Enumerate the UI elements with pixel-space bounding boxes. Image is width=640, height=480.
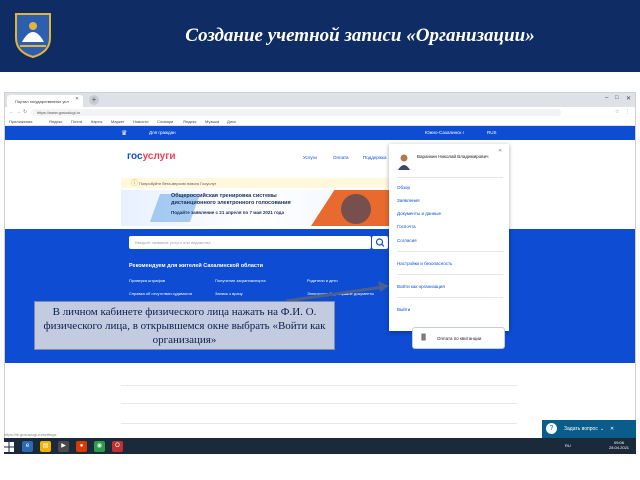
divider bbox=[397, 177, 503, 178]
for-citizens-menu[interactable]: Для граждан bbox=[149, 130, 176, 135]
divider bbox=[121, 403, 517, 404]
bookmark-item[interactable]: Маркет bbox=[111, 119, 125, 124]
tab-close-icon[interactable]: ✕ bbox=[75, 96, 79, 102]
menu-logout[interactable]: Выйти bbox=[397, 307, 410, 312]
rec-link[interactable]: Прочие документы bbox=[339, 291, 374, 296]
menu-login-as-organization[interactable]: Войти как организация bbox=[397, 284, 445, 289]
menu-gospochta[interactable]: Госпочта bbox=[397, 224, 416, 229]
region-selector[interactable]: Южно-Сахалинск г bbox=[425, 130, 464, 135]
bookmark-item[interactable]: Яндекс bbox=[183, 119, 196, 124]
search-button[interactable] bbox=[372, 236, 388, 249]
folder-icon[interactable]: ▤ bbox=[40, 441, 51, 452]
ie-icon[interactable]: e bbox=[22, 441, 33, 452]
divider bbox=[121, 423, 517, 424]
opera-icon[interactable]: O bbox=[112, 441, 123, 452]
new-tab-icon[interactable]: + bbox=[89, 95, 99, 105]
emblem-icon: ♛ bbox=[121, 130, 128, 137]
star-icon[interactable]: ☆ bbox=[615, 109, 619, 115]
barcode-icon: ||||| bbox=[421, 334, 426, 341]
instruction-callout: В личном кабинете физического лица нажат… bbox=[34, 301, 335, 350]
browser-tab[interactable]: Портал государственных усл bbox=[7, 95, 83, 107]
sakhalin-coat-of-arms-icon bbox=[15, 13, 51, 58]
back-icon[interactable]: ← bbox=[9, 109, 14, 115]
beta-notice[interactable]: Попробуйте бета-версию нового Госуслуг bbox=[121, 178, 389, 188]
taskbar-clock[interactable]: 09:06 28.04.2021 bbox=[609, 440, 629, 450]
clock-date: 28.04.2021 bbox=[609, 445, 630, 450]
bookmark-item[interactable]: Новости bbox=[133, 119, 148, 124]
menu-overview[interactable]: Обзор bbox=[397, 185, 410, 190]
bookmark-item[interactable]: Музыка bbox=[205, 119, 219, 124]
firefox-icon[interactable]: ● bbox=[76, 441, 87, 452]
search-icon bbox=[375, 238, 385, 247]
user-name[interactable]: Варанкин Николай Владимирович bbox=[417, 154, 497, 160]
payment-by-receipt-button[interactable]: Оплата по квитанции bbox=[412, 327, 505, 349]
chat-icon: ? bbox=[546, 423, 557, 434]
nav-services[interactable]: Услуги bbox=[303, 155, 317, 160]
divider bbox=[397, 274, 503, 275]
rec-link[interactable]: Получение загранпаспорта bbox=[215, 278, 266, 283]
nav-payment[interactable]: Оплата bbox=[333, 155, 348, 160]
site-topbar: ♛ Для граждан Южно-Сахалинск г RUS bbox=[5, 126, 635, 140]
gosuslugi-logo[interactable]: госуслуги bbox=[127, 151, 176, 162]
browser-screenshot: Портал государственных усл ✕ + – □ ✕ ← →… bbox=[4, 92, 636, 454]
logo-gos: гос bbox=[127, 151, 143, 162]
bookmark-item[interactable]: Словари bbox=[157, 119, 173, 124]
bookmark-item[interactable]: Яндекс bbox=[49, 119, 62, 124]
media-icon[interactable]: ▶ bbox=[58, 441, 69, 452]
runner-illustration bbox=[341, 194, 371, 224]
divider bbox=[397, 297, 503, 298]
banner-title: Общероссийская тренировка системы дистан… bbox=[171, 193, 291, 206]
divider bbox=[397, 251, 503, 252]
menu-settings[interactable]: Настройки и безопасность bbox=[397, 261, 452, 266]
url-field[interactable]: https://www.gosuslugi.ru bbox=[31, 109, 561, 116]
close-icon[interactable]: ✕ bbox=[498, 148, 502, 154]
menu-documents[interactable]: Документы и данные bbox=[397, 211, 441, 216]
address-bar: ← → ↻ https://www.gosuslugi.ru ☆ ⋮ bbox=[5, 107, 635, 117]
menu-applications[interactable]: Заявления bbox=[397, 198, 420, 203]
rec-link[interactable]: Проверка штрафов bbox=[129, 278, 165, 283]
language-indicator[interactable]: RU bbox=[565, 443, 571, 448]
rec-link[interactable]: Справка об отсутствии судимости bbox=[129, 291, 192, 296]
forward-icon[interactable]: → bbox=[16, 109, 21, 115]
bookmarks-bar: Приложения Яндекс Почта Карты Маркет Нов… bbox=[5, 117, 635, 126]
recommendations-title: Рекомендуем для жителей Сахалинской обла… bbox=[129, 263, 264, 269]
menu-consents[interactable]: Согласия bbox=[397, 238, 417, 243]
nav-support[interactable]: Поддержка bbox=[363, 155, 386, 160]
site-header: госуслуги Услуги Оплата Поддержка bbox=[5, 140, 635, 176]
slide-title: Создание учетной записи «Организации» bbox=[185, 25, 535, 46]
menu-icon[interactable]: ⋮ bbox=[625, 109, 630, 115]
divider bbox=[121, 385, 517, 386]
status-url: https://lk.gosuslugi.ru/settings bbox=[4, 432, 57, 437]
rec-link[interactable]: Родители и дети bbox=[307, 278, 338, 283]
maximize-icon[interactable]: □ bbox=[615, 95, 619, 101]
reload-icon[interactable]: ↻ bbox=[23, 109, 27, 115]
window-close-icon[interactable]: ✕ bbox=[626, 95, 631, 102]
logo-uslugi: услуги bbox=[142, 151, 176, 162]
chrome-icon[interactable]: ◉ bbox=[94, 441, 105, 452]
bookmark-item[interactable]: Карты bbox=[91, 119, 102, 124]
bookmark-item[interactable]: Приложения bbox=[9, 119, 32, 124]
search-input[interactable]: Введите название услуги или ведомства bbox=[129, 236, 371, 249]
banner-subtitle: Подайте заявление с 21 апреля по 7 мая 2… bbox=[171, 210, 285, 215]
bookmark-item[interactable]: Диск bbox=[227, 119, 236, 124]
minimize-icon[interactable]: – bbox=[605, 95, 608, 101]
windows-start-icon[interactable] bbox=[4, 442, 14, 452]
close-icon[interactable]: ✕ bbox=[610, 426, 614, 432]
avatar-icon bbox=[397, 153, 411, 170]
chevron-down-icon[interactable]: ⌄ bbox=[600, 426, 604, 432]
info-icon: ⓘ bbox=[131, 180, 138, 187]
browser-tabbar: Портал государственных усл ✕ + – □ ✕ bbox=[5, 93, 635, 107]
rec-link[interactable]: Запись к врачу bbox=[215, 291, 243, 296]
bookmark-item[interactable]: Почта bbox=[71, 119, 82, 124]
language-selector[interactable]: RUS bbox=[487, 130, 497, 135]
